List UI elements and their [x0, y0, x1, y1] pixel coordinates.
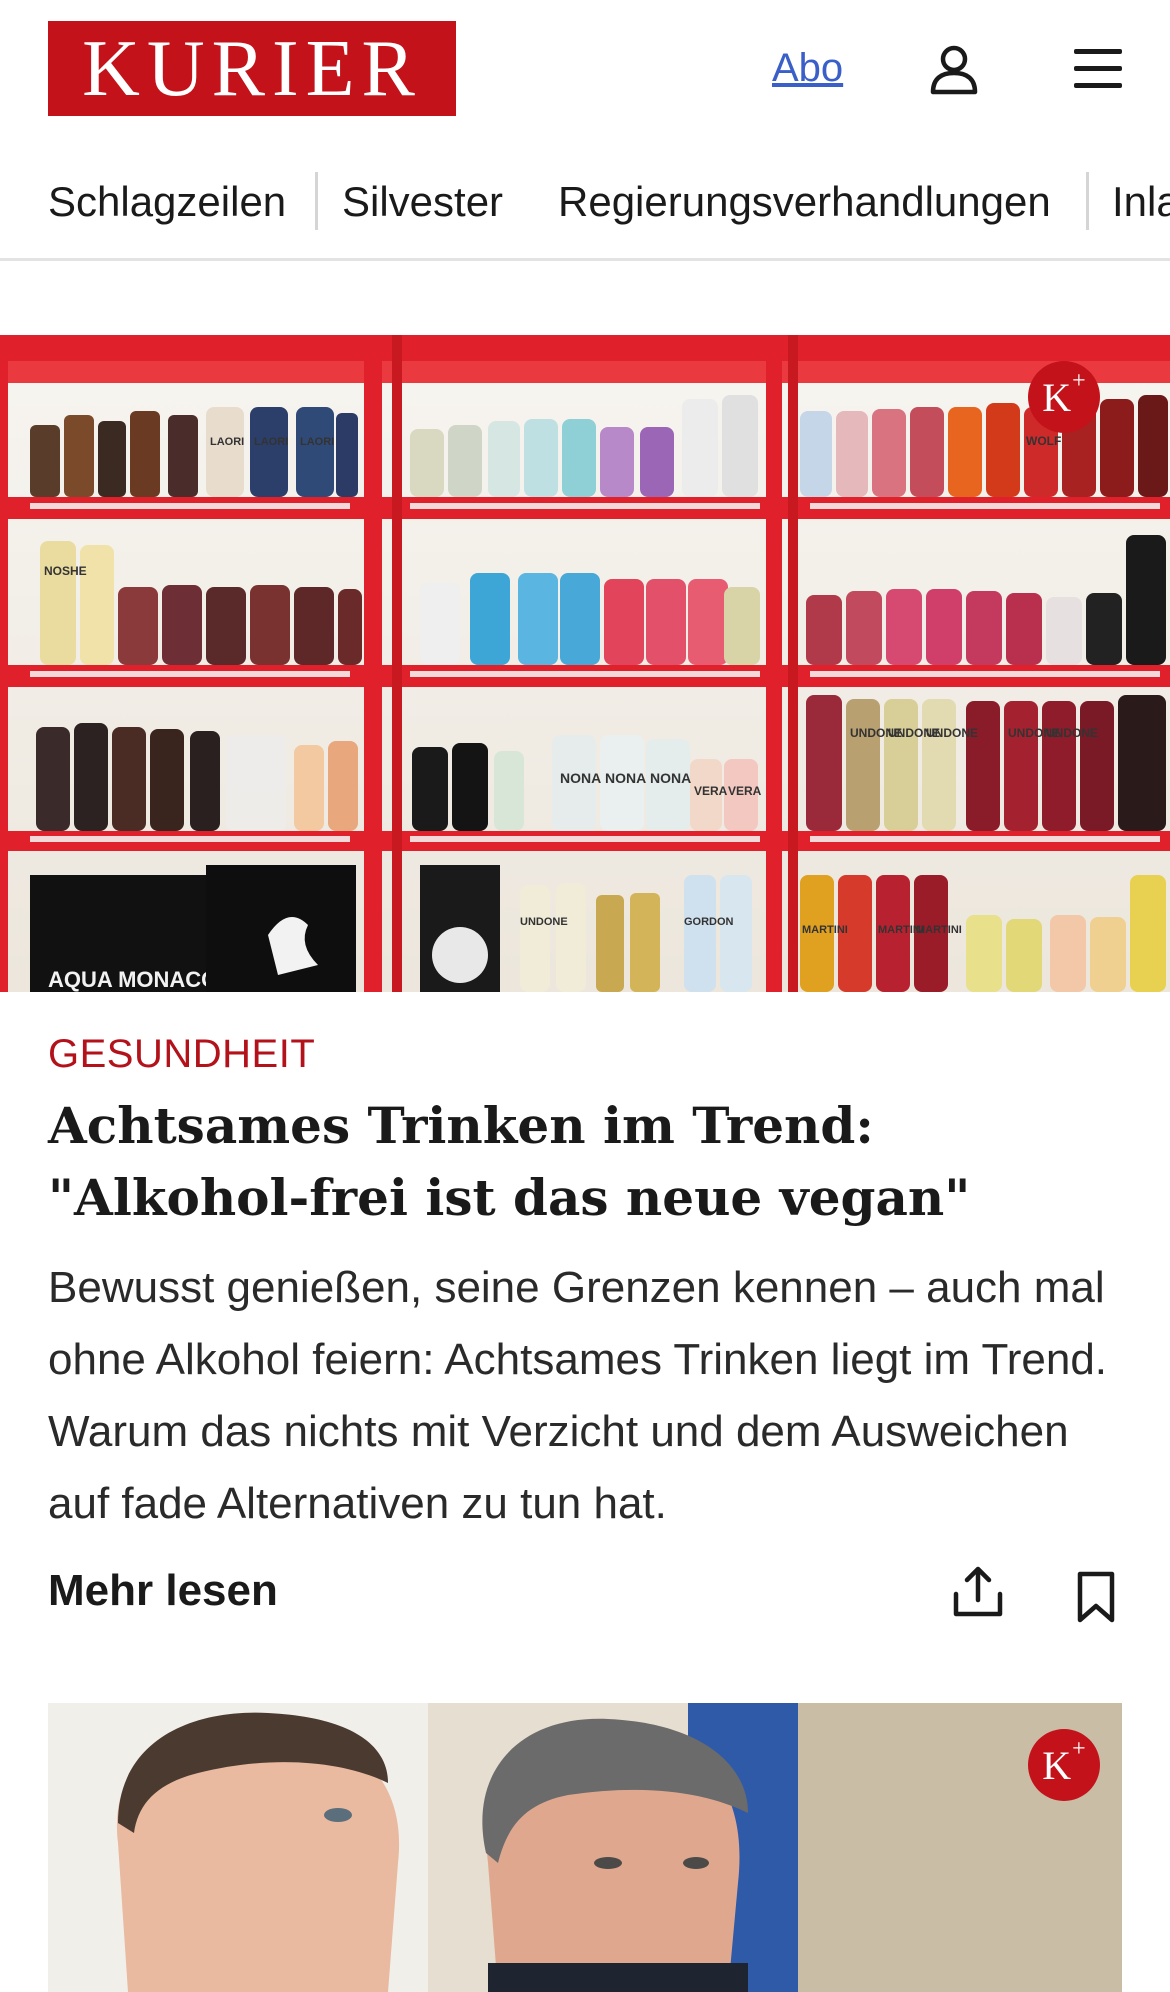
- abo-link[interactable]: Abo: [772, 46, 843, 91]
- bottle-label: NONA: [560, 770, 601, 786]
- bottle-label: VERA: [694, 784, 728, 798]
- bottle-label: MARTINI: [802, 924, 848, 936]
- bottle-label: NONA: [650, 770, 691, 786]
- kurier-plus-sign: +: [1072, 1736, 1086, 1763]
- politicians-illustration: [48, 1703, 1122, 1992]
- bottle-label: GORDON: [684, 916, 734, 928]
- nav-divider: [1086, 172, 1089, 230]
- nav-item-schlagzeilen[interactable]: Schlagzeilen: [48, 178, 286, 226]
- bookmark-icon[interactable]: [1072, 1570, 1120, 1624]
- bottle-label: NONA: [605, 770, 646, 786]
- user-icon[interactable]: [928, 44, 980, 96]
- kurier-plus-badge: K+: [1028, 361, 1100, 433]
- read-more-link[interactable]: Mehr lesen: [48, 1566, 278, 1616]
- hamburger-menu-icon[interactable]: [1072, 46, 1124, 92]
- section-nav: Schlagzeilen Silvester Regierungsverhand…: [0, 160, 1170, 261]
- nav-item-silvester[interactable]: Silvester: [342, 178, 503, 226]
- kurier-plus-badge: K+: [1028, 1729, 1100, 1801]
- bottle-label: UNDONE: [520, 916, 568, 928]
- bottle-label: LAORI: [254, 436, 288, 448]
- kurier-logo[interactable]: KURIER: [48, 21, 456, 116]
- shelf-illustration: AQUA MONACO NONA NONA NONAVERA VERAUNDONEUN…: [0, 335, 1170, 992]
- article-teaser: Bewusst genießen, seine Grenzen kennen –…: [48, 1263, 1108, 1528]
- bottle-label: UNDONE: [926, 726, 978, 740]
- nav-divider: [315, 172, 318, 230]
- kurier-plus-sign: +: [1072, 368, 1086, 395]
- bottle-label: NOSHE: [44, 564, 87, 578]
- bottle-label: LAORI: [300, 436, 334, 448]
- bottle-label: LAORI: [210, 436, 244, 448]
- kurier-plus-badge-text: K+: [1042, 1736, 1086, 1788]
- article-category[interactable]: GESUNDHEIT: [48, 1032, 315, 1077]
- article-image-drinks-shelf[interactable]: AQUA MONACO NONA NONA NONA VERA VERA UNDONE UN…: [0, 335, 1170, 992]
- bottle-label: UNDONE: [1046, 726, 1098, 740]
- svg-text:AQUA MONACO: AQUA MONACO: [48, 967, 218, 992]
- bottle-label: WOLF: [1026, 434, 1061, 448]
- bottle-label: MARTINI: [916, 924, 962, 936]
- nav-item-inland[interactable]: Inland: [1112, 178, 1170, 226]
- share-icon[interactable]: [950, 1564, 1006, 1620]
- logo-text: KURIER: [82, 24, 422, 113]
- kurier-plus-badge-text: K+: [1042, 368, 1086, 420]
- bottle-label: VERA: [728, 784, 762, 798]
- site-header: KURIER Abo: [0, 0, 1170, 140]
- article-headline[interactable]: Achtsames Trinken im Trend: "Alkohol-fre…: [48, 1090, 1128, 1234]
- nav-item-regierungsverhandlungen[interactable]: Regierungsverhandlungen: [558, 178, 1051, 226]
- article-image-politicians[interactable]: K+: [48, 1703, 1122, 1992]
